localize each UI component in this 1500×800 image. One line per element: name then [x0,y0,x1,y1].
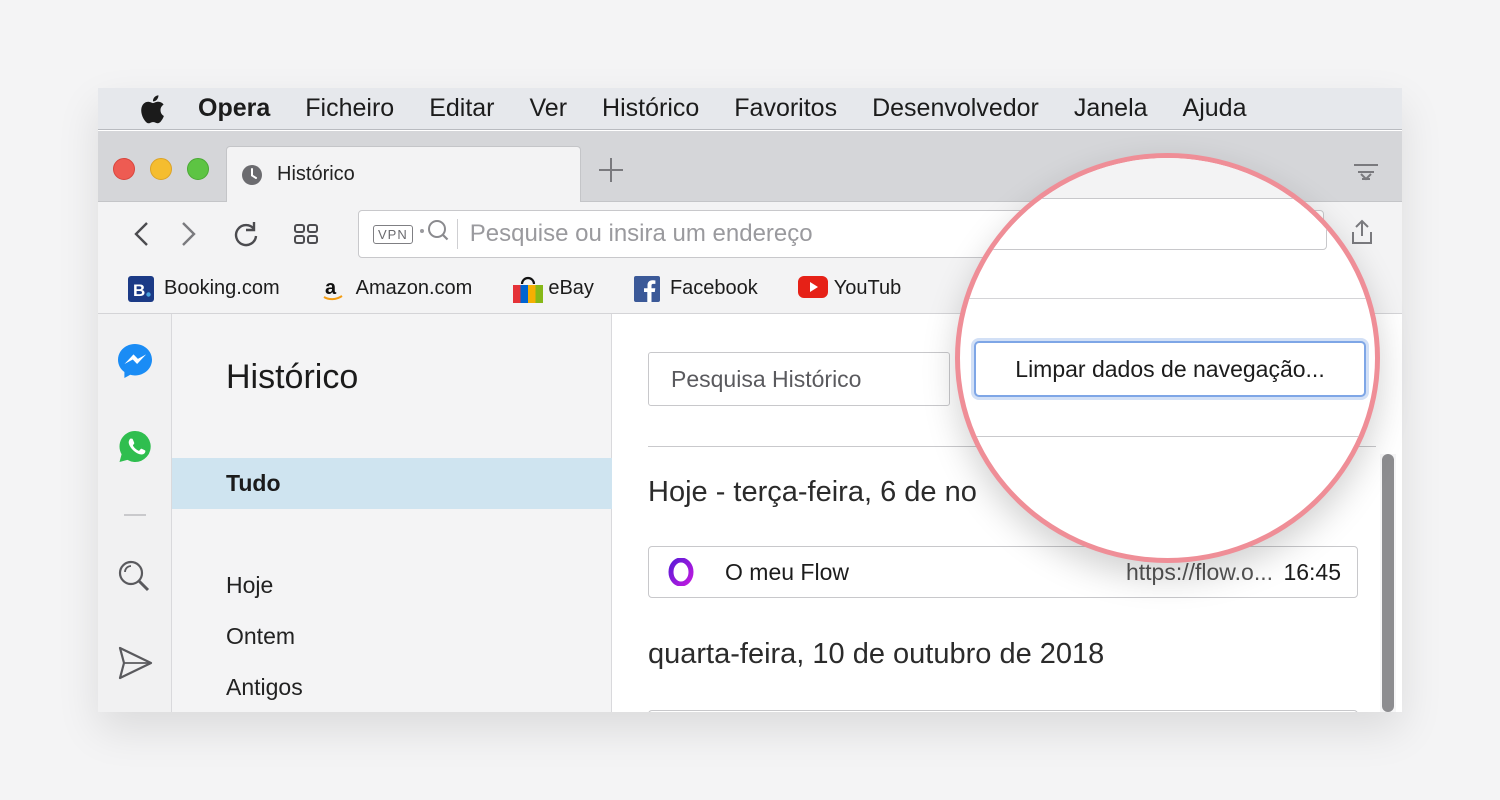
send-icon[interactable] [116,644,154,682]
history-nav-all[interactable]: Tudo [172,458,612,509]
search-icon[interactable] [116,558,154,596]
history-entry-title: O meu Flow [725,558,849,585]
magnified-address-bar [960,198,1327,250]
history-nav-today[interactable]: Hoje [226,572,273,599]
youtube-icon [797,275,828,302]
menu-ficheiro[interactable]: Ficheiro [305,94,394,123]
history-entry-time: 16:45 [1283,558,1341,585]
history-entry[interactable] [648,710,1358,712]
menu-favoritos[interactable]: Favoritos [734,94,837,123]
messenger-icon[interactable] [116,342,154,380]
magnified-bookmarks-divider [960,298,1375,299]
minimize-window-button[interactable] [150,158,172,180]
clear-browsing-data-button[interactable]: Limpar dados de navegação... [974,341,1366,397]
magnifier-callout: Limpar dados de navegação... [955,153,1380,563]
whatsapp-icon[interactable] [116,428,154,466]
tab-historico[interactable]: Histórico [226,146,581,202]
ebay-icon [512,276,544,303]
opera-flow-icon [667,557,695,587]
facebook-icon [633,275,660,302]
menu-desenvolvedor[interactable]: Desenvolvedor [872,94,1039,123]
bookmark-label: Amazon.com [355,277,473,299]
history-nav-panel: Histórico Tudo Hoje Ontem Antigos [172,314,612,712]
date-heading-today: Hoje - terça-feira, 6 de no [648,476,977,508]
scrollbar-thumb[interactable] [1382,454,1394,712]
tab-title: Histórico [277,163,355,185]
menu-opera[interactable]: Opera [198,94,270,123]
booking-icon: B [128,275,154,302]
svg-text:B: B [133,281,145,300]
sidebar-separator [124,514,146,516]
vpn-badge[interactable]: VPN [373,224,413,244]
forward-icon[interactable] [174,220,202,248]
svg-text:a: a [325,277,337,299]
new-tab-button[interactable] [596,155,626,185]
date-heading-older: quarta-feira, 10 de outubro de 2018 [648,638,1105,670]
amazon-icon: a [320,276,346,302]
menu-janela[interactable]: Janela [1074,94,1148,123]
address-separator [456,219,458,249]
bookmark-label: eBay [548,277,594,299]
menu-ajuda[interactable]: Ajuda [1183,94,1247,123]
bookmark-label: YouTub [833,277,902,299]
history-entry-url: https://flow.o... [1125,558,1273,585]
history-entry[interactable]: O meu Flow https://flow.o... 16:45 [648,546,1358,598]
bookmark-label: Facebook [669,277,758,299]
bookmark-booking[interactable]: B Booking.com [128,275,280,302]
history-nav-older[interactable]: Antigos [226,674,303,701]
history-nav-yesterday[interactable]: Ontem [226,623,295,650]
address-input[interactable]: Pesquise ou insira um endereço [470,220,813,248]
clock-icon [241,164,263,186]
menu-editar[interactable]: Editar [429,94,494,123]
menu-ver[interactable]: Ver [530,94,568,123]
search-icon [419,216,449,253]
menu-historico[interactable]: Histórico [602,94,699,123]
history-search-input[interactable]: Pesquisa Histórico [648,352,950,406]
bookmark-label: Booking.com [164,277,280,299]
close-window-button[interactable] [113,158,135,180]
speed-dial-icon[interactable] [292,220,320,248]
bookmark-ebay[interactable]: eBay [512,276,594,303]
magnified-content-divider [960,436,1375,437]
apple-menu-icon[interactable] [134,94,170,124]
bookmark-amazon[interactable]: a Amazon.com [320,276,473,302]
back-icon[interactable] [128,220,156,248]
sidebar [98,314,172,712]
page-title: Histórico [226,358,359,396]
reload-icon[interactable] [232,220,260,248]
zoom-window-button[interactable] [187,158,209,180]
bookmark-facebook[interactable]: Facebook [633,275,758,302]
menu-bar: Opera Ficheiro Editar Ver Histórico Favo… [98,88,1402,130]
bookmark-youtube[interactable]: YouTub [797,275,902,302]
